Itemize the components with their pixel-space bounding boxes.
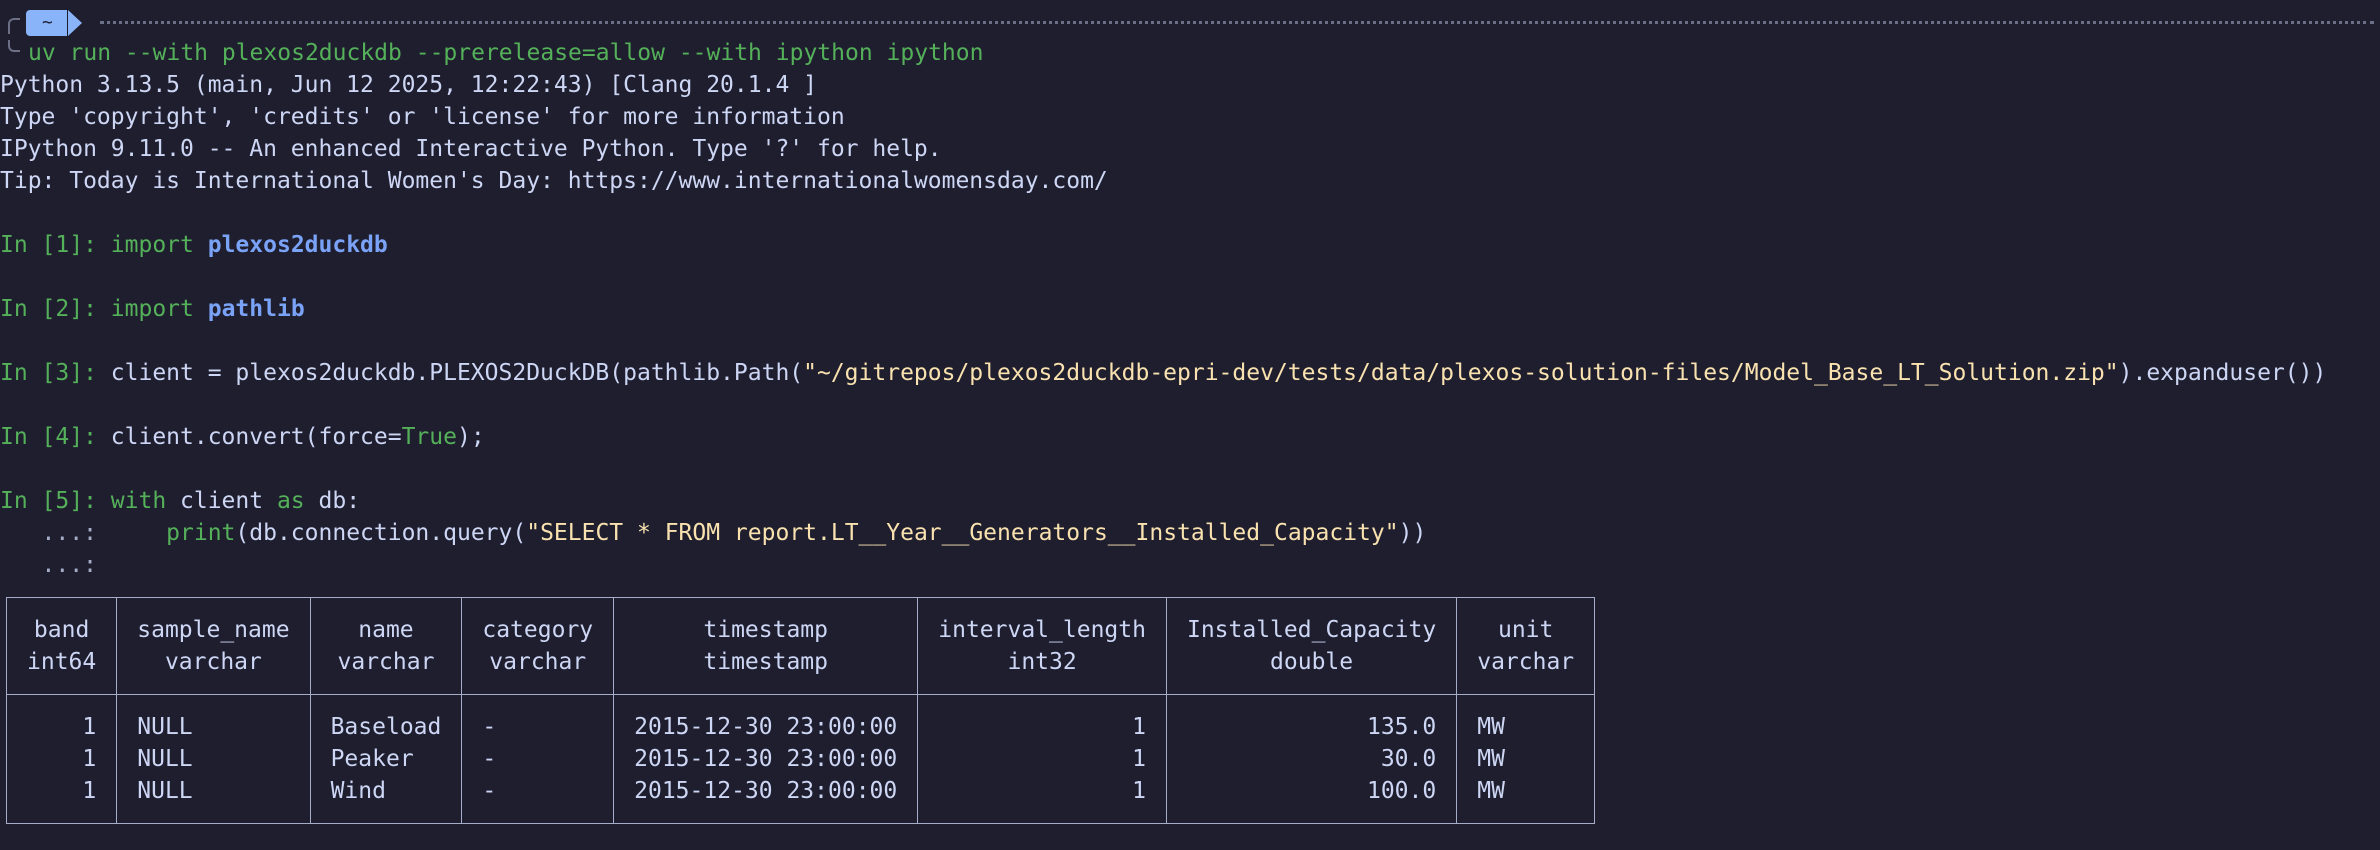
cell-category: -	[461, 743, 615, 775]
cell-name: Baseload	[309, 694, 463, 743]
shell-prompt-bar: ~	[0, 6, 2380, 38]
column-header: band int64	[5, 597, 118, 695]
cell-unit: MW	[1456, 743, 1596, 775]
cell-unit: MW	[1456, 775, 1596, 824]
code-text: (db.connection.query(	[235, 520, 527, 546]
query-result-table: band int64 sample_name varchar name varchar…	[5, 597, 1596, 824]
code-text: db:	[304, 488, 361, 514]
cell-timestamp: 2015-12-30 23:00:00	[613, 775, 919, 824]
input-cell-3[interactable]: In [3]: client = plexos2duckdb.PLEXOS2Du…	[0, 357, 2326, 389]
prompt-corner-decoration	[8, 18, 20, 34]
banner-line: IPython 9.11.0 -- An enhanced Interactiv…	[0, 136, 942, 162]
code-text: client	[166, 488, 277, 514]
cell-interval-length: 1	[917, 775, 1167, 824]
input-prompt: In [2]:	[0, 296, 111, 322]
input-cell-1[interactable]: In [1]: import plexos2duckdb	[0, 229, 388, 261]
continuation-prompt: ...:	[0, 552, 111, 578]
cell-sample-name: NULL	[116, 775, 311, 824]
cell-band: 1	[5, 694, 118, 743]
cell-category: -	[461, 694, 615, 743]
prompt-filler-dots	[100, 21, 2374, 24]
input-cell-2[interactable]: In [2]: import pathlib	[0, 293, 305, 325]
cell-name: Wind	[309, 775, 463, 824]
string-literal: "~/gitrepos/plexos2duckdb-epri-dev/tests…	[803, 360, 2119, 386]
cell-interval-length: 1	[917, 694, 1167, 743]
directory-segment: ~	[26, 10, 67, 36]
banner-line: Tip: Today is International Women's Day:…	[0, 168, 1108, 194]
cell-category: -	[461, 775, 615, 824]
continuation-line[interactable]: ...:	[0, 549, 111, 581]
builtin-function: print	[166, 520, 236, 546]
keyword: with	[110, 488, 167, 514]
column-header: unit varchar	[1456, 597, 1596, 695]
input-prompt: In [1]:	[0, 232, 111, 258]
cell-sample-name: NULL	[116, 694, 311, 743]
cell-band: 1	[5, 775, 118, 824]
keyword: as	[276, 488, 305, 514]
cell-installed-capacity: 100.0	[1165, 775, 1458, 824]
column-header: category varchar	[461, 597, 615, 695]
table-row: 1 NULL Peaker - 2015-12-30 23:00:00 1 30…	[5, 743, 1596, 775]
bool-literal: True	[401, 424, 457, 450]
table-row: 1 NULL Baseload - 2015-12-30 23:00:00 1 …	[5, 694, 1596, 743]
input-prompt: In [4]:	[0, 424, 111, 450]
column-header: sample_name varchar	[116, 597, 311, 695]
cell-band: 1	[5, 743, 118, 775]
keyword: import	[110, 232, 194, 258]
cell-installed-capacity: 135.0	[1165, 694, 1458, 743]
module-name: pathlib	[207, 296, 305, 322]
code-text: ).expanduser())	[2118, 360, 2327, 386]
input-prompt: In [3]:	[0, 360, 111, 386]
cell-name: Peaker	[309, 743, 463, 775]
keyword: import	[110, 296, 194, 322]
cell-timestamp: 2015-12-30 23:00:00	[613, 694, 919, 743]
input-prompt: In [5]:	[0, 488, 111, 514]
banner-line: Python 3.13.5 (main, Jun 12 2025, 12:22:…	[0, 72, 817, 98]
segment-arrow-icon	[68, 10, 82, 36]
cell-sample-name: NULL	[116, 743, 311, 775]
column-header: Installed_Capacity double	[1165, 597, 1458, 695]
continuation-prompt: ...:	[0, 520, 111, 546]
cell-unit: MW	[1456, 694, 1596, 743]
input-cell-5[interactable]: In [5]: with client as db:	[0, 485, 360, 517]
cell-installed-capacity: 30.0	[1165, 743, 1458, 775]
cell-timestamp: 2015-12-30 23:00:00	[613, 743, 919, 775]
code-text: ))	[1398, 520, 1427, 546]
column-header: name varchar	[309, 597, 463, 695]
module-name: plexos2duckdb	[207, 232, 388, 258]
column-header: timestamp timestamp	[613, 597, 919, 695]
cell-interval-length: 1	[917, 743, 1167, 775]
code-text: );	[456, 424, 485, 450]
banner-line: Type 'copyright', 'credits' or 'license'…	[0, 104, 845, 130]
code-text: client = plexos2duckdb.PLEXOS2DuckDB(pat…	[110, 360, 804, 386]
sql-string: "SELECT * FROM report.LT__Year__Generato…	[526, 520, 1399, 546]
prompt-corner-decoration-bottom	[8, 40, 20, 52]
shell-command[interactable]: uv run --with plexos2duckdb --prerelease…	[28, 37, 983, 69]
code-text: client.convert(force=	[110, 424, 402, 450]
continuation-line[interactable]: ...: print(db.connection.query("SELECT *…	[0, 517, 1427, 549]
input-cell-4[interactable]: In [4]: client.convert(force=True);	[0, 421, 485, 453]
column-header: interval_length int32	[917, 597, 1167, 695]
table-row: 1 NULL Wind - 2015-12-30 23:00:00 1 100.…	[5, 775, 1596, 824]
table-header-row: band int64 sample_name varchar name varchar…	[5, 597, 1596, 695]
